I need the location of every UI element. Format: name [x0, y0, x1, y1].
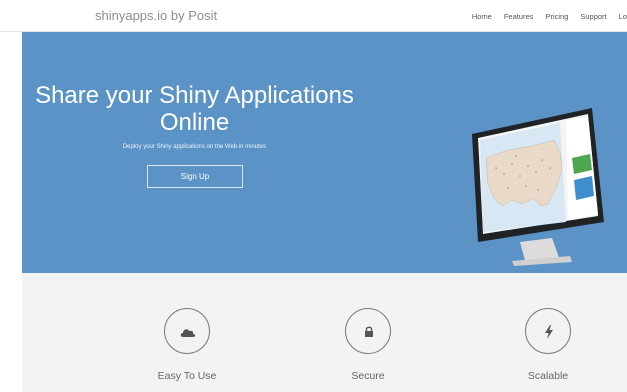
imac-monitor-illustration — [472, 108, 604, 266]
brand-logo-text[interactable]: shinyapps.io by Posit — [95, 8, 217, 23]
features-section: Easy To Use Secure Scalable — [22, 273, 627, 392]
lightning-icon — [545, 325, 553, 339]
feature-label-easy-to-use: Easy To Use — [157, 370, 217, 382]
top-navbar: shinyapps.io by Posit Home Features Pric… — [0, 0, 627, 32]
feature-scalable: Scalable — [478, 308, 618, 382]
feature-icon-circle — [164, 308, 210, 354]
feature-secure: Secure — [298, 308, 438, 382]
nav-pricing[interactable]: Pricing — [545, 12, 568, 21]
feature-easy-to-use: Easy To Use — [117, 308, 257, 382]
cloud-icon — [180, 329, 196, 337]
feature-icon-circle — [525, 308, 571, 354]
nav-login[interactable]: Lo — [619, 12, 627, 21]
hero-headline: Share your Shiny Applications Online — [35, 82, 354, 136]
sign-up-button[interactable]: Sign Up — [147, 165, 243, 188]
nav-features[interactable]: Features — [504, 12, 534, 21]
nav-support[interactable]: Support — [580, 12, 606, 21]
nav-home[interactable]: Home — [472, 12, 492, 21]
feature-icon-circle — [345, 308, 391, 354]
feature-label-scalable: Scalable — [527, 370, 569, 382]
feature-label-secure: Secure — [351, 370, 385, 382]
hero-section: Share your Shiny Applications Online Dep… — [22, 32, 627, 273]
lock-icon — [365, 326, 373, 337]
hero-subheadline: Deploy your Shiny applications on the We… — [122, 144, 267, 150]
main-nav: Home Features Pricing Support Lo — [472, 12, 627, 21]
